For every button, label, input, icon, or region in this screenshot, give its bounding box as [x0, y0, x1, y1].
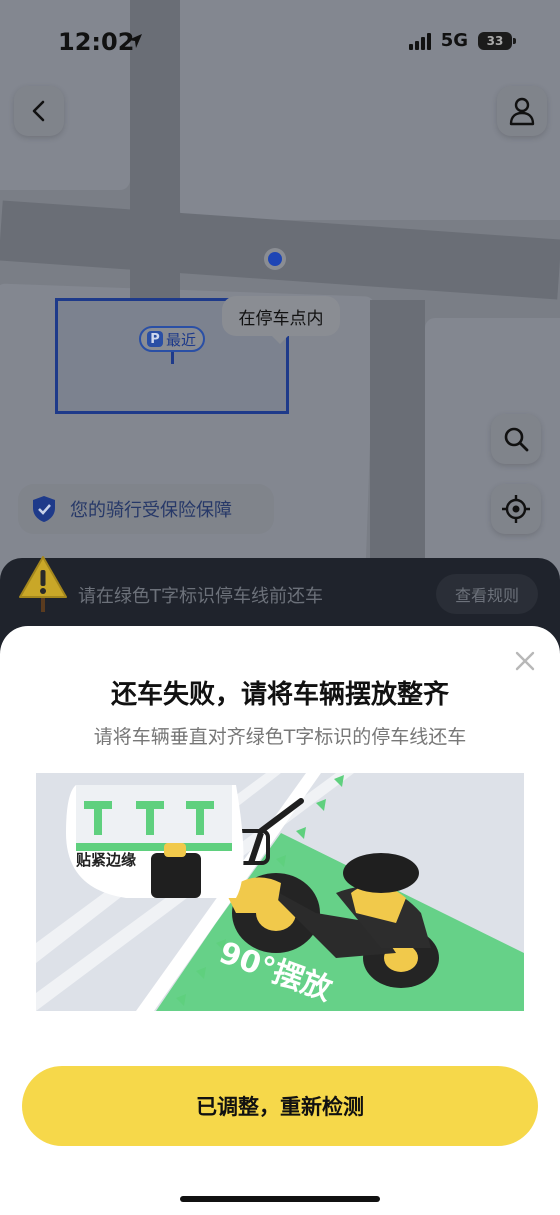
status-bar: 12:02 5G 33: [0, 0, 560, 80]
search-button[interactable]: [491, 414, 541, 464]
readjust-recheck-button[interactable]: 已调整，重新检测: [22, 1066, 538, 1146]
user-location-icon: [264, 248, 286, 270]
status-time: 12:02: [58, 28, 135, 56]
warning-sign-icon: [19, 556, 67, 612]
signal-icon: [408, 32, 431, 50]
locate-button[interactable]: [491, 484, 541, 534]
insurance-text: 您的骑行受保险保障: [70, 500, 232, 521]
sheet-title: 还车失败，请将车辆摆放整齐: [110, 680, 449, 710]
parking-badge-text: 最近: [166, 330, 197, 349]
sheet-subtitle: 请将车辆垂直对齐绿色T字标识的停车线还车: [93, 726, 467, 748]
parking-badge-stem: [171, 352, 174, 364]
shield-check-icon: [18, 484, 70, 534]
crosshair-icon: [502, 495, 530, 523]
parking-guide-illustration: 90°摆放 贴紧边缘: [36, 773, 524, 1011]
parking-p-icon: P: [147, 331, 163, 347]
inset-label: 贴紧边缘: [76, 851, 136, 869]
edge-detail-inset: 贴紧边缘: [66, 785, 244, 898]
insurance-banner[interactable]: 您的骑行受保险保障: [18, 484, 274, 534]
return-warning-text: 请在绿色T字标识停车线前还车: [78, 586, 323, 607]
parking-tooltip: 在停车点内: [222, 296, 340, 344]
search-icon: [504, 427, 529, 452]
chevron-left-icon: [32, 100, 45, 122]
close-icon[interactable]: [514, 650, 536, 672]
location-arrow-icon: [128, 34, 142, 48]
battery-icon: 33: [478, 31, 516, 50]
home-indicator: [180, 1196, 380, 1202]
user-icon: [509, 97, 535, 126]
battery-level: 33: [486, 33, 504, 48]
back-button[interactable]: [14, 86, 64, 136]
parking-badge[interactable]: P 最近: [139, 326, 205, 352]
profile-button[interactable]: [497, 86, 547, 136]
return-failed-sheet: 还车失败，请将车辆摆放整齐 请将车辆垂直对齐绿色T字标识的停车线还车 90°摆放: [0, 626, 560, 1215]
network-label: 5G: [440, 30, 468, 51]
view-rules-button[interactable]: 查看规则: [436, 574, 538, 614]
